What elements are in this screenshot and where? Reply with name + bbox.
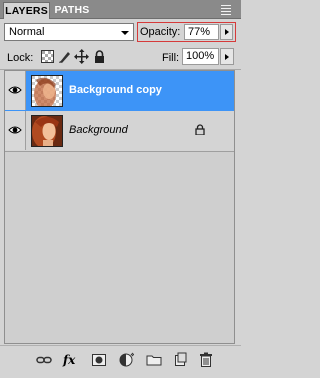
lock-all-icon[interactable] [92,49,107,64]
chevron-right-icon [225,29,229,35]
lock-label: Lock: [7,52,34,64]
eye-icon [8,86,22,94]
add-mask-icon[interactable] [91,352,107,368]
blend-mode-value: Normal [9,26,45,38]
link-layers-icon[interactable] [36,352,52,368]
fill-slider-button[interactable] [220,48,234,65]
tab-paths[interactable]: PATHS [51,2,93,19]
fill-input[interactable]: 100% [182,48,219,65]
visibility-toggle[interactable] [5,71,26,110]
lock-image-pixels-icon[interactable] [57,49,72,64]
blend-mode-dropdown[interactable]: Normal [4,23,134,41]
trash-icon[interactable] [198,352,214,368]
adjustment-layer-icon[interactable] [118,352,135,368]
opacity-control: Opacity: 77% [137,22,236,42]
chevron-down-icon [121,31,129,35]
layer-style-fx-icon[interactable]: fx [63,352,79,368]
layer-row-background[interactable]: Background [5,111,234,152]
eye-icon [8,126,22,134]
panel-menu-icon[interactable] [217,3,235,16]
lock-icon [195,124,205,135]
layer-thumbnail[interactable] [31,75,63,107]
lock-transparent-pixels-icon[interactable] [40,49,55,64]
new-layer-icon[interactable] [172,352,188,368]
layer-thumbnail[interactable] [31,115,63,147]
layer-name[interactable]: Background [69,124,128,136]
opacity-slider-button[interactable] [220,24,233,40]
fill-label: Fill: [162,52,180,64]
tab-layers[interactable]: LAYERS [3,2,50,19]
chevron-right-icon [225,54,229,60]
new-group-icon[interactable] [146,352,162,368]
panel-tab-bar: LAYERS PATHS [0,0,241,19]
opacity-input[interactable]: 77% [184,24,219,40]
opacity-label: Opacity: [140,26,181,38]
visibility-toggle[interactable] [5,111,26,150]
layers-list: Background copy Background [4,70,235,344]
lock-position-icon[interactable] [74,49,89,64]
layer-row-background-copy[interactable]: Background copy [5,71,234,112]
layer-name[interactable]: Background copy [69,84,162,96]
